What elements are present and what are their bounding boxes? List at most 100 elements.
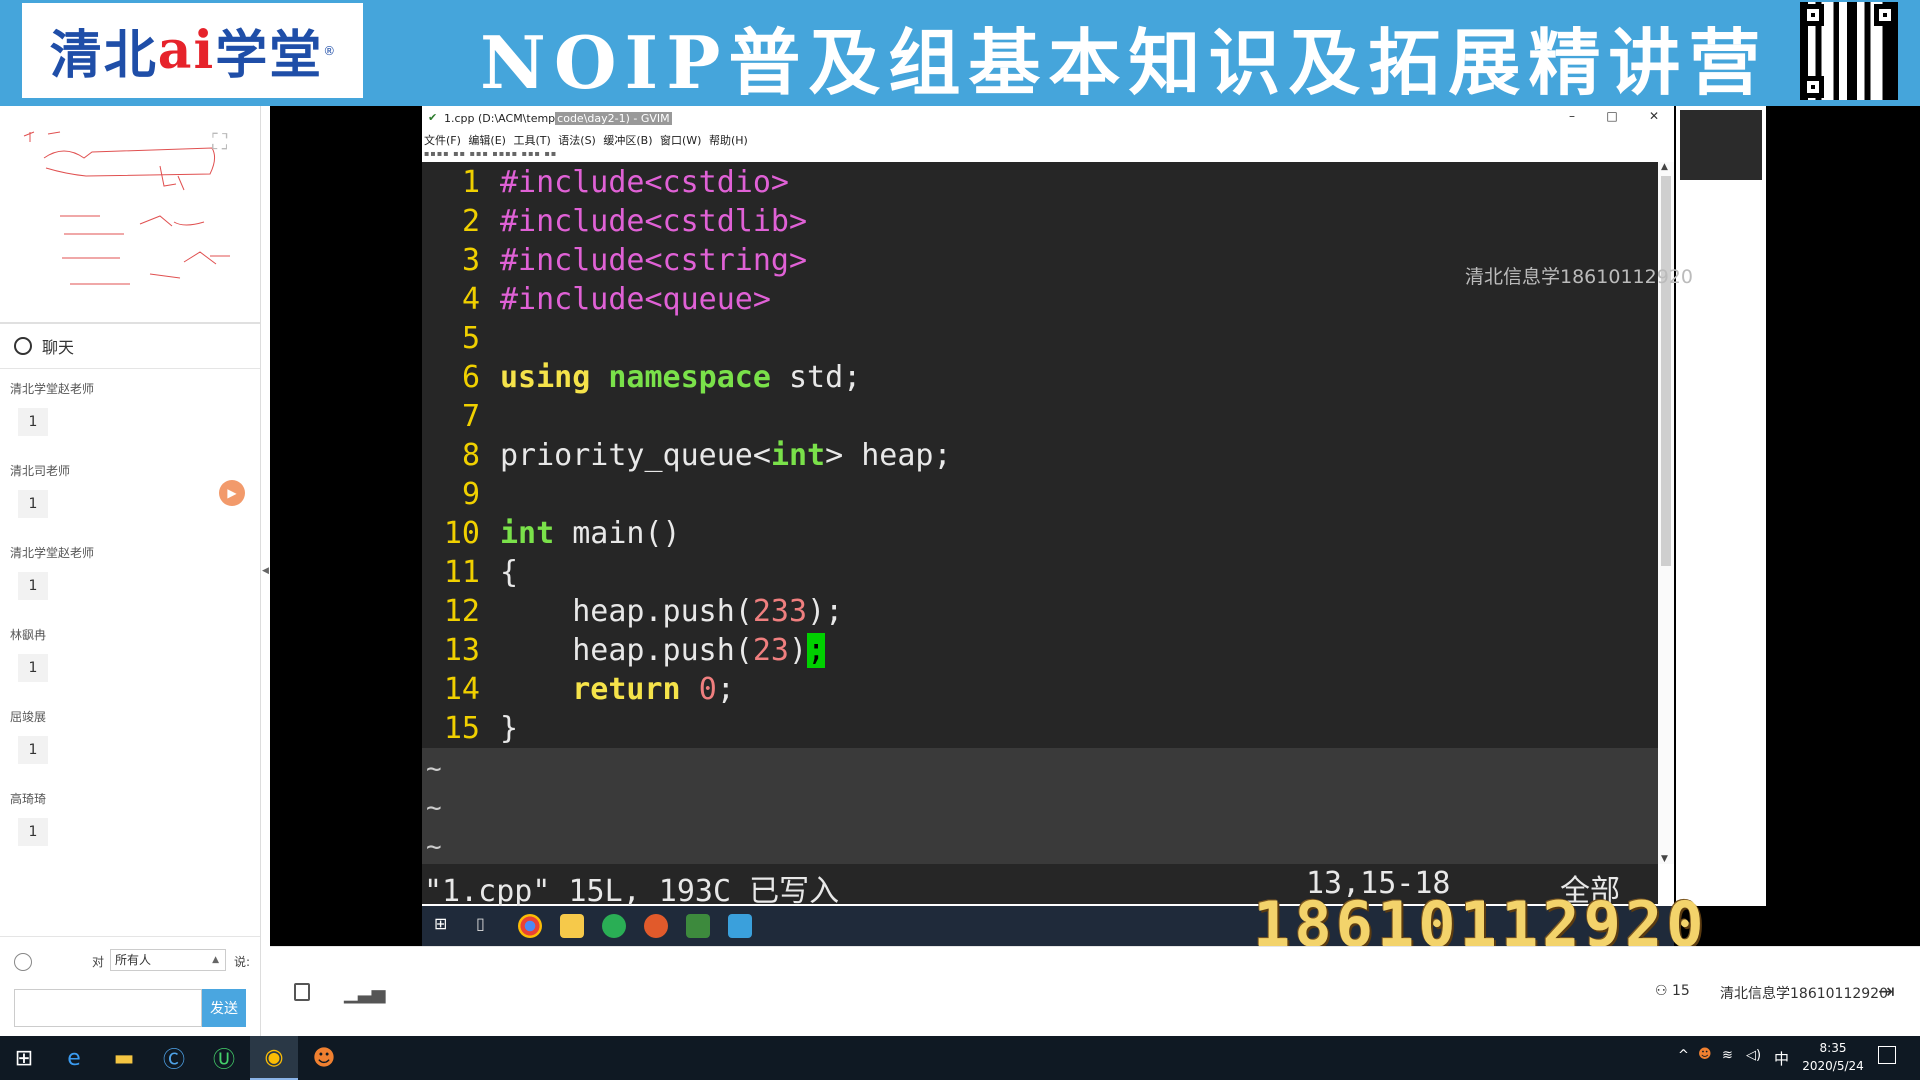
notification-icon[interactable] [1878,1046,1896,1064]
chat-message: 屈竣展 1 [10,708,250,764]
gvim-taskbar-icon [686,914,710,938]
code-line: 1 #include<cstdio> [461,165,789,200]
preview-dark-window [1680,110,1762,180]
wifi-icon[interactable]: ≋ [1722,1048,1733,1063]
users-icon: ⚇ [1655,983,1673,999]
tray-chevron-icon[interactable]: ^ [1678,1048,1689,1063]
message-text: 1 [18,736,48,764]
clock-time: 8:35 [1819,1041,1847,1055]
clock-date: 2020/5/24 [1802,1059,1864,1073]
tilde-marker: ~ [426,754,442,784]
chat-message-input[interactable] [14,989,202,1027]
caret-up-icon: ▲ [212,955,219,965]
code-line: 2 #include<cstdlib> [461,204,808,239]
registered-mark: ® [323,43,336,58]
menu-tools[interactable]: 工具(T) [513,134,550,147]
signal-icon[interactable]: ▁▃▅ [344,983,386,1004]
start-button[interactable]: ⊞ [0,1036,48,1080]
code-line: 6 using namespace std; [461,360,862,395]
message-sender: 屈竣展 [10,710,47,724]
code-line: 15} [443,711,519,746]
cloud-app-icon [728,914,752,938]
gvim-title: 1.cpp (D:\ACM\temp code\day2-1) - GVIM [444,112,672,125]
code-editor[interactable]: 1 #include<cstdio> 2 #include<cstdlib> 3 #i… [422,162,1658,748]
menu-edit[interactable]: 编辑(E) [468,134,506,147]
send-button[interactable]: 发送 [202,989,246,1027]
chrome-taskbar-icon[interactable]: ◉ [250,1036,298,1080]
close-button[interactable]: ✕ [1644,109,1664,123]
expand-icon[interactable]: ⛶ [212,130,238,156]
gvim-title-path: 1.cpp (D:\ACM\temp [444,112,556,125]
tilde-marker: ~ [426,793,442,823]
message-text: 1 [18,490,48,518]
code-line: 14 return 0; [443,672,735,707]
qr-code [1800,2,1898,100]
message-text: 1 [18,818,48,846]
live-app-icon[interactable]: ☻ [300,1036,348,1080]
c-app-icon[interactable]: Ⓒ [150,1036,198,1080]
empty-buffer-area: ~ ~ ~ [422,748,1658,864]
status-file: "1.cpp" 15L, 193C 已写入 [424,874,840,909]
menu-file[interactable]: 文件(F) [424,134,461,147]
volume-icon[interactable]: ◁) [1746,1048,1761,1063]
chat-title: 聊天 [42,338,75,357]
logo-text-ai: ai [157,20,216,81]
menu-help[interactable]: 帮助(H) [709,134,748,147]
scrollbar-thumb[interactable] [1661,176,1671,566]
task-view-icon: ▯ [476,914,485,933]
watermark-text: 清北信息学18610112920 [1465,266,1693,288]
menu-window[interactable]: 窗口(W) [660,134,701,147]
recipient-select[interactable]: 所有人 ▲ [110,949,226,971]
windows-start-icon: ⊞ [434,914,448,933]
message-text: 1 [18,408,48,436]
logo-text-a: 清北 [49,25,158,86]
gvim-titlebar: ✔ 1.cpp (D:\ACM\temp code\day2-1) - GVIM … [422,106,1674,132]
u-app-icon[interactable]: Ⓤ [200,1036,248,1080]
text-cursor: ; [807,633,826,668]
logo-text-b: 学堂 [215,25,324,86]
code-line: 12 heap.push(233); [443,594,844,629]
wechat-icon [602,914,626,938]
ime-indicator[interactable]: 中 [1774,1048,1789,1069]
tilde-marker: ~ [426,832,442,862]
exit-icon[interactable]: ⇥ [1878,979,1895,1003]
top-banner: 清北 ai 学堂 ® NOIP普及组基本知识及拓展精讲营 [0,0,1920,106]
clock[interactable]: 8:35 2020/5/24 [1798,1039,1868,1075]
code-line: 8 priority_queue<int> heap; [461,438,952,473]
chat-message: 清北司老师 1 [10,462,250,518]
emoji-icon[interactable] [14,953,32,971]
edge-icon[interactable]: e [50,1036,98,1080]
recorder-icon [644,914,668,938]
chat-input-area: 对 所有人 ▲ 说: 发送 [0,936,260,1037]
banner-title: NOIP普及组基本知识及拓展精讲营 [480,20,1769,105]
gvim-toolbar[interactable]: ▪▪▪▪ ▪▪ ▪▪▪ ▪▪▪▪ ▪▪▪ ▪▪ [424,149,624,159]
right-preview-panel [1676,106,1766,906]
whiteboard-thumbnail[interactable]: ⛶ [0,106,260,324]
collapse-sidebar-icon[interactable]: ◀ [262,566,269,576]
message-sender: 清北学堂赵老师 [10,546,95,560]
chat-header: 聊天 [0,324,260,369]
message-sender: 清北司老师 [10,464,71,478]
menu-syntax[interactable]: 语法(S) [558,134,596,147]
viewer-count: ⚇ 15 [1655,983,1690,999]
user-name: 清北信息学18610112920 [1720,986,1888,1002]
message-sender: 林飖冉 [10,628,47,642]
message-text: 1 [18,572,48,600]
tray-app-icon[interactable]: ☻ [1698,1047,1712,1062]
minimize-button[interactable]: – [1562,109,1582,123]
file-explorer-icon[interactable]: ▬ [100,1036,148,1080]
code-line: 13 heap.push(23); [443,633,826,668]
code-line: 10 int main() [443,516,681,551]
menu-buffers[interactable]: 缓冲区(B) [603,134,652,147]
scroll-down-icon[interactable]: ▼ [1661,854,1668,864]
viewer-count-value: 15 [1672,983,1690,999]
code-line: 7 [461,399,480,434]
to-label: 对 [92,955,105,969]
copy-icon[interactable] [294,983,310,1001]
chrome-icon [518,914,542,938]
gvim-menubar: 文件(F) 编辑(E) 工具(T) 语法(S) 缓冲区(B) 窗口(W) 帮助(… [424,132,752,148]
maximize-button[interactable]: □ [1602,109,1622,123]
scroll-up-icon[interactable]: ▲ [1661,162,1668,172]
chat-message: 清北学堂赵老师 1 [10,544,250,600]
vim-icon: ✔ [428,111,438,124]
